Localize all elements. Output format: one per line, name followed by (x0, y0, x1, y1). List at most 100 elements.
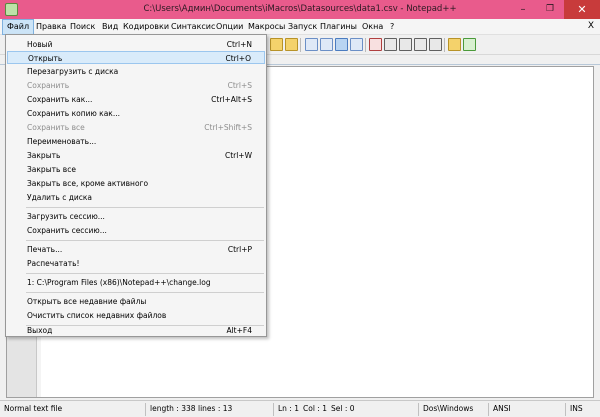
save-all-icon[interactable] (270, 38, 283, 51)
menu-item-shortcut: Ctrl+S (227, 81, 252, 90)
stop-recording-icon[interactable] (384, 38, 397, 51)
run-macro-multiple-icon[interactable] (414, 38, 427, 51)
menu-item-shortcut: Alt+F4 (226, 326, 252, 335)
spellcheck-icon[interactable] (463, 38, 476, 51)
menu-item-shortcut: Ctrl+N (226, 40, 252, 49)
menu-item-label: Сохранить копию как... (27, 109, 120, 118)
file-menu-dropdown: Новый Ctrl+N Открыть Ctrl+O Перезагрузит… (5, 34, 267, 337)
file-menu-load-session[interactable]: Загрузить сессию... (7, 210, 265, 223)
file-menu-open-all-recent[interactable]: Открыть все недавние файлы (7, 295, 265, 308)
file-menu-print-now[interactable]: Распечатать! (7, 257, 265, 270)
file-menu-save-all: Сохранить все Ctrl+Shift+S (7, 121, 265, 134)
menu-item-label: Выход (27, 326, 53, 335)
menu-item-shortcut: Ctrl+W (224, 151, 252, 160)
status-file-type: Normal text file (4, 404, 63, 413)
file-menu-close-all[interactable]: Закрыть все (7, 163, 265, 176)
status-bar: Normal text file length : 338 lines : 13… (0, 400, 600, 417)
menu-item-label: Открыть все недавние файлы (27, 297, 147, 306)
menu-item-label: 1: C:\Program Files (x86)\Notepad++\chan… (27, 278, 211, 287)
menu-item-label: Закрыть (27, 151, 61, 160)
file-menu-reload[interactable]: Перезагрузить с диска (7, 65, 265, 78)
menu-file[interactable]: Файл (2, 19, 35, 35)
menu-item-label: Сохранить (27, 81, 70, 90)
file-menu-new[interactable]: Новый Ctrl+N (7, 38, 265, 51)
file-menu-save-as[interactable]: Сохранить как... Ctrl+Alt+S (7, 93, 265, 106)
menu-settings[interactable]: Опции (212, 19, 247, 35)
menu-edit[interactable]: Правка (32, 19, 70, 35)
menu-item-label: Печать... (27, 245, 63, 254)
menu-item-label: Сохранить как... (27, 95, 93, 104)
menu-item-shortcut: Ctrl+O (225, 54, 251, 63)
menu-item-label: Закрыть все (27, 165, 76, 174)
file-menu-open[interactable]: Открыть Ctrl+O (7, 51, 265, 64)
status-length: length : 338 (150, 404, 196, 413)
status-separator (273, 403, 274, 416)
notepadpp-window: C:\Users\Админ\Documents\iMacros\Datasou… (0, 0, 600, 417)
status-separator (145, 403, 146, 416)
close-button[interactable]: ✕ (564, 0, 600, 19)
menu-item-shortcut: Ctrl+Alt+S (211, 95, 252, 104)
doc-map-icon[interactable] (350, 38, 363, 51)
plugin-icon[interactable] (448, 38, 461, 51)
status-selection: Sel : 0 (331, 404, 355, 413)
status-eol-format[interactable]: Dos\Windows (423, 401, 473, 417)
menu-item-label: Открыть (28, 54, 63, 63)
menu-window[interactable]: Окна (358, 19, 387, 35)
menu-item-label: Переименовать... (27, 137, 97, 146)
maximize-button[interactable]: ❐ (537, 0, 563, 19)
status-lines: lines : 13 (198, 404, 233, 413)
menu-help[interactable]: ? (386, 19, 398, 35)
file-menu-close-all-but-active[interactable]: Закрыть все, кроме активного (7, 177, 265, 190)
file-menu-clear-recent[interactable]: Очистить список недавних файлов (7, 309, 265, 322)
show-all-chars-icon[interactable] (320, 38, 333, 51)
play-macro-icon[interactable] (399, 38, 412, 51)
status-encoding[interactable]: ANSI (493, 401, 511, 417)
file-menu-recent-file-1[interactable]: 1: C:\Program Files (x86)\Notepad++\chan… (7, 276, 265, 289)
menu-search[interactable]: Поиск (66, 19, 99, 35)
menu-macro[interactable]: Макросы (244, 19, 289, 35)
menu-separator (26, 292, 264, 293)
file-menu-exit[interactable]: Выход Alt+F4 (7, 324, 265, 337)
menu-item-shortcut: Ctrl+P (227, 245, 252, 254)
menu-item-label: Распечатать! (27, 259, 80, 268)
menu-item-label: Сохранить сессию... (27, 226, 107, 235)
status-line-number: Ln : 1 (278, 404, 299, 413)
menu-item-label: Перезагрузить с диска (27, 67, 119, 76)
menu-plugins[interactable]: Плагины (316, 19, 361, 35)
menu-item-label: Удалить с диска (27, 193, 93, 202)
record-macro-icon[interactable] (369, 38, 382, 51)
toolbar-separator (300, 38, 301, 52)
file-menu-save-copy-as[interactable]: Сохранить копию как... (7, 107, 265, 120)
menu-encoding[interactable]: Кодировки (119, 19, 173, 35)
menu-separator (26, 240, 264, 241)
status-separator (565, 403, 566, 416)
status-insert-mode[interactable]: INS (570, 401, 583, 417)
save-macro-icon[interactable] (429, 38, 442, 51)
menu-item-label: Очистить список недавних файлов (27, 311, 167, 320)
close-file-icon[interactable] (285, 38, 298, 51)
file-menu-close[interactable]: Закрыть Ctrl+W (7, 149, 265, 162)
toolbar-separator (365, 38, 366, 52)
close-document-icon[interactable]: X (588, 19, 594, 35)
status-separator (418, 403, 419, 416)
file-menu-save-session[interactable]: Сохранить сессию... (7, 224, 265, 237)
menu-separator (26, 273, 264, 274)
title-bar[interactable]: C:\Users\Админ\Documents\iMacros\Datasou… (0, 0, 600, 19)
menu-item-label: Закрыть все, кроме активного (27, 179, 149, 188)
status-separator (488, 403, 489, 416)
wrap-icon[interactable] (305, 38, 318, 51)
file-menu-rename[interactable]: Переименовать... (7, 135, 265, 148)
toolbar-separator (444, 38, 445, 52)
menu-bar: Файл Правка Поиск Вид Кодировки Синтакси… (0, 19, 600, 35)
file-menu-print[interactable]: Печать... Ctrl+P (7, 243, 265, 256)
menu-item-shortcut: Ctrl+Shift+S (204, 123, 252, 132)
menu-item-label: Загрузить сессию... (27, 212, 105, 221)
menu-separator (26, 207, 264, 208)
indent-guide-icon[interactable] (335, 38, 348, 51)
file-menu-delete-from-disk[interactable]: Удалить с диска (7, 191, 265, 204)
file-menu-save: Сохранить Ctrl+S (7, 79, 265, 92)
menu-item-label: Сохранить все (27, 123, 85, 132)
status-column: Col : 1 (303, 404, 327, 413)
minimize-button[interactable]: – (510, 0, 536, 19)
menu-item-label: Новый (27, 40, 53, 49)
